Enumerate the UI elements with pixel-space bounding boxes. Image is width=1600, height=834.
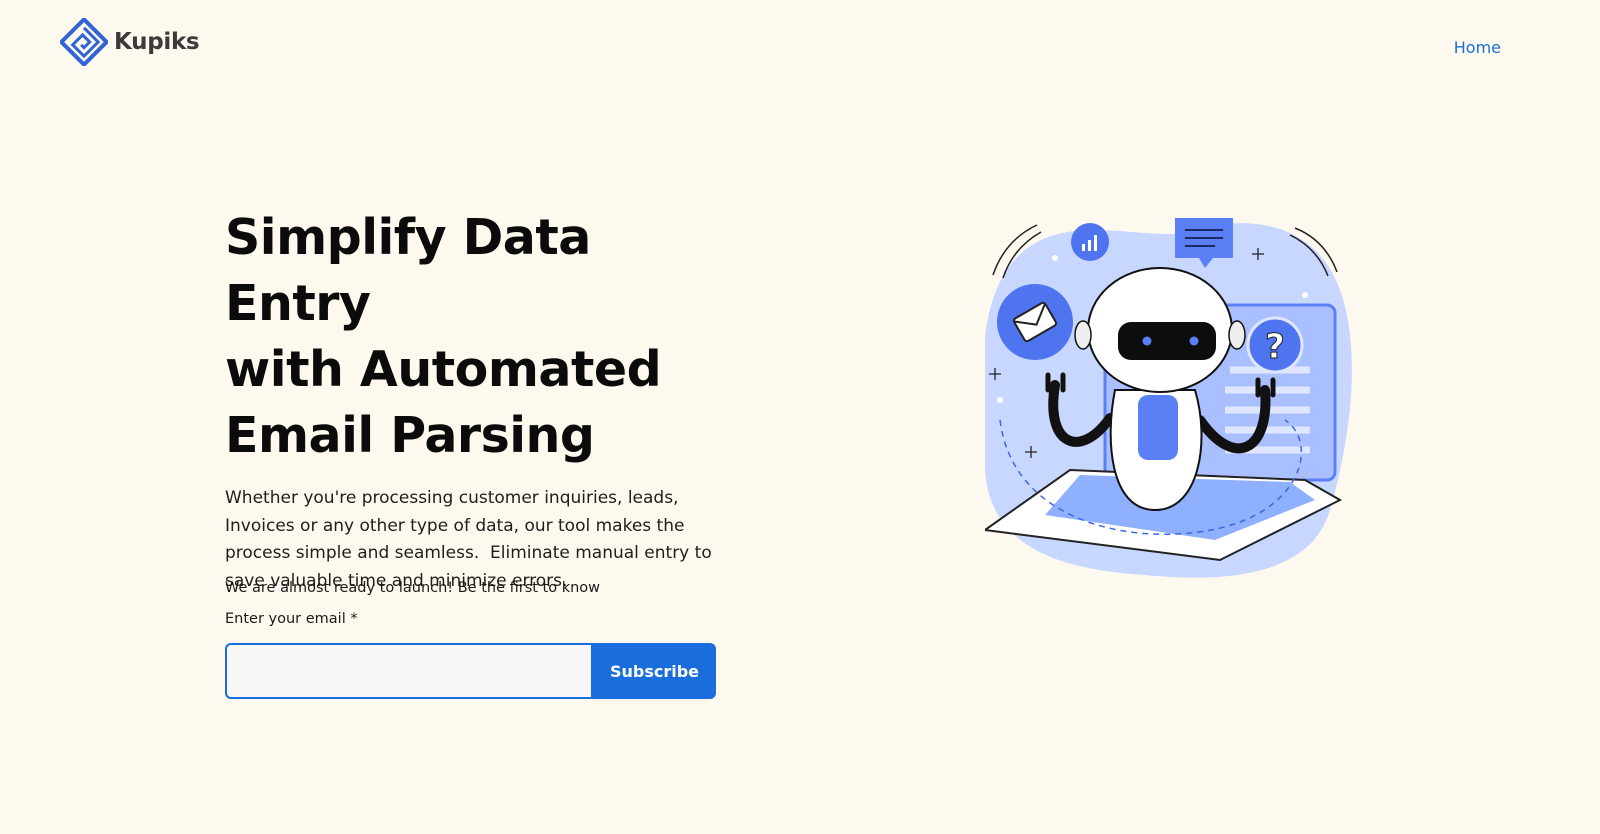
- nav-home-link[interactable]: Home: [1454, 38, 1501, 57]
- hero-title-line-3: Email Parsing: [225, 407, 595, 464]
- email-label: Enter your email *: [225, 611, 358, 627]
- hero-title: Simplify Data Entry with Automated Email…: [225, 205, 745, 469]
- robot-ear-right: [1228, 320, 1246, 350]
- subscribe-form: Subscribe: [225, 643, 716, 699]
- launch-note: We are almost ready to launch! Be the fi…: [225, 580, 601, 596]
- hero-title-line-1: Simplify Data Entry: [225, 209, 591, 332]
- robot-chest-panel: [1138, 395, 1178, 460]
- robot-eye-right: [1189, 336, 1199, 346]
- email-input[interactable]: [225, 643, 593, 699]
- hero-description: Whether you're processing customer inqui…: [225, 488, 718, 591]
- subscribe-button[interactable]: Subscribe: [593, 643, 716, 699]
- brand-name: Kupiks: [114, 29, 200, 55]
- hero-section: Simplify Data Entry with Automated Email…: [225, 205, 745, 595]
- robot-ear-left: [1074, 320, 1092, 350]
- question-mark-icon: ?: [1265, 327, 1285, 367]
- hero-title-line-2: with Automated: [225, 341, 662, 398]
- brand-logo-link[interactable]: Kupiks: [60, 18, 200, 66]
- site-header: Kupiks Home: [0, 0, 1600, 90]
- maze-logo-icon: [60, 18, 108, 66]
- robot-visor: [1118, 322, 1216, 360]
- robot-eye-left: [1142, 336, 1152, 346]
- robot-illustration: ?: [985, 218, 1352, 578]
